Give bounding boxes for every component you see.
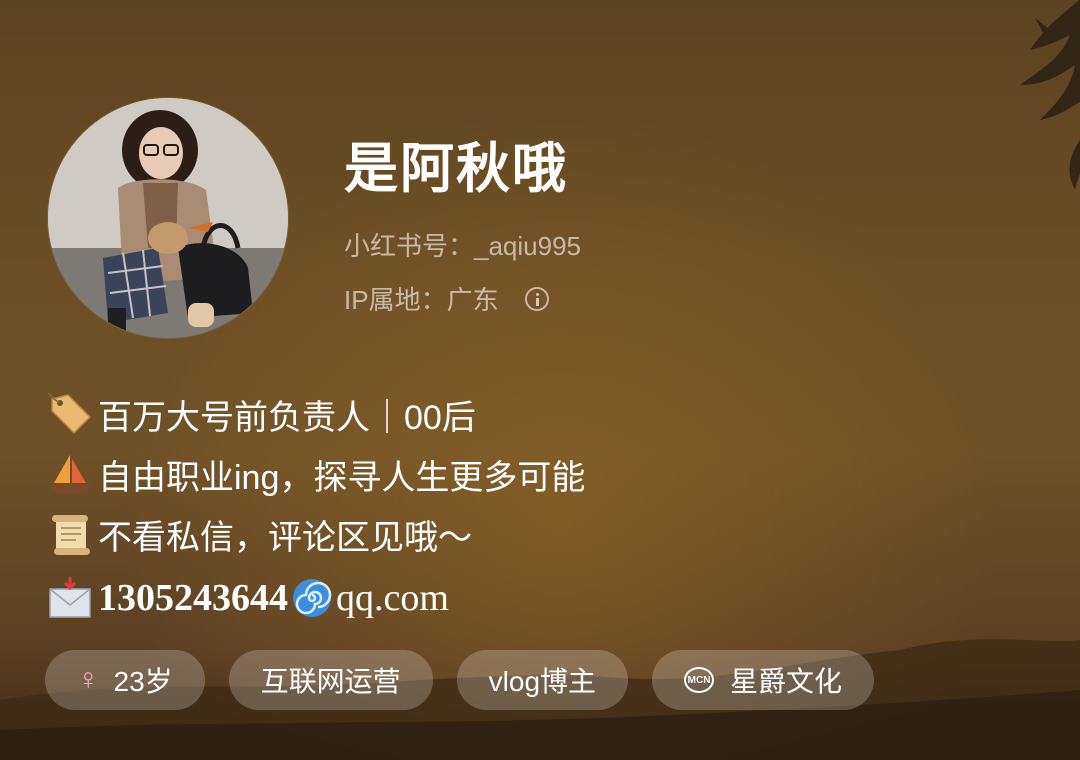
avatar-photo-icon xyxy=(48,98,288,338)
bio-line-4: 1305243644 qq.com xyxy=(46,568,585,628)
bio-line-2: 自由职业ing，探寻人生更多可能 xyxy=(46,444,585,504)
sailboat-emoji-icon xyxy=(50,455,92,493)
bio-line-1: 百万大号前负责人｜00后 xyxy=(46,384,585,444)
female-icon: ♀ xyxy=(77,663,100,696)
cyclone-emoji-icon xyxy=(293,579,332,617)
bio-text-1: 百万大号前负责人｜00后 xyxy=(98,398,476,437)
bio-text-3: 不看私信，评论区见哦～ xyxy=(98,518,472,557)
tag-job[interactable]: 互联网运营 xyxy=(228,650,433,710)
tag-mcn[interactable]: MCN 星爵文化 xyxy=(652,650,875,710)
bio-line-3: 不看私信，评论区见哦～ xyxy=(46,504,585,564)
ip-value: 广东 xyxy=(446,285,499,315)
ip-location: IP属地： 广东 xyxy=(344,280,549,317)
avatar[interactable] xyxy=(48,98,288,338)
tag-job-label: 互联网运营 xyxy=(260,666,401,697)
tree-silhouette xyxy=(1020,0,1080,190)
label-tag-emoji-icon xyxy=(47,392,92,435)
tag-role-label: vlog博主 xyxy=(488,666,597,697)
profile-tags: ♀ 23岁 互联网运营 vlog博主 MCN 星爵文化 xyxy=(45,650,875,710)
envelope-emoji-icon xyxy=(49,577,91,618)
email-number: 1305243644 xyxy=(98,577,288,619)
tag-role[interactable]: vlog博主 xyxy=(456,650,629,710)
tag-age-label: 23岁 xyxy=(113,666,173,697)
bio: 百万大号前负责人｜00后 自由职业ing，探寻人生更多可能 不看私信，评论区见哦… xyxy=(46,384,585,628)
ip-label: IP属地： xyxy=(344,285,447,315)
mcn-icon: MCN xyxy=(684,667,715,693)
info-icon[interactable] xyxy=(524,286,549,311)
bio-text-2: 自由职业ing，探寻人生更多可能 xyxy=(98,458,586,497)
tag-mcn-label: 星爵文化 xyxy=(730,666,843,697)
email-domain: qq.com xyxy=(336,577,449,619)
scroll-emoji-icon xyxy=(52,515,90,555)
user-id[interactable]: 小红书号：_aqiu995 xyxy=(344,226,581,263)
nickname: 是阿秋哦 xyxy=(344,139,568,199)
tag-age[interactable]: ♀ 23岁 xyxy=(45,650,205,710)
